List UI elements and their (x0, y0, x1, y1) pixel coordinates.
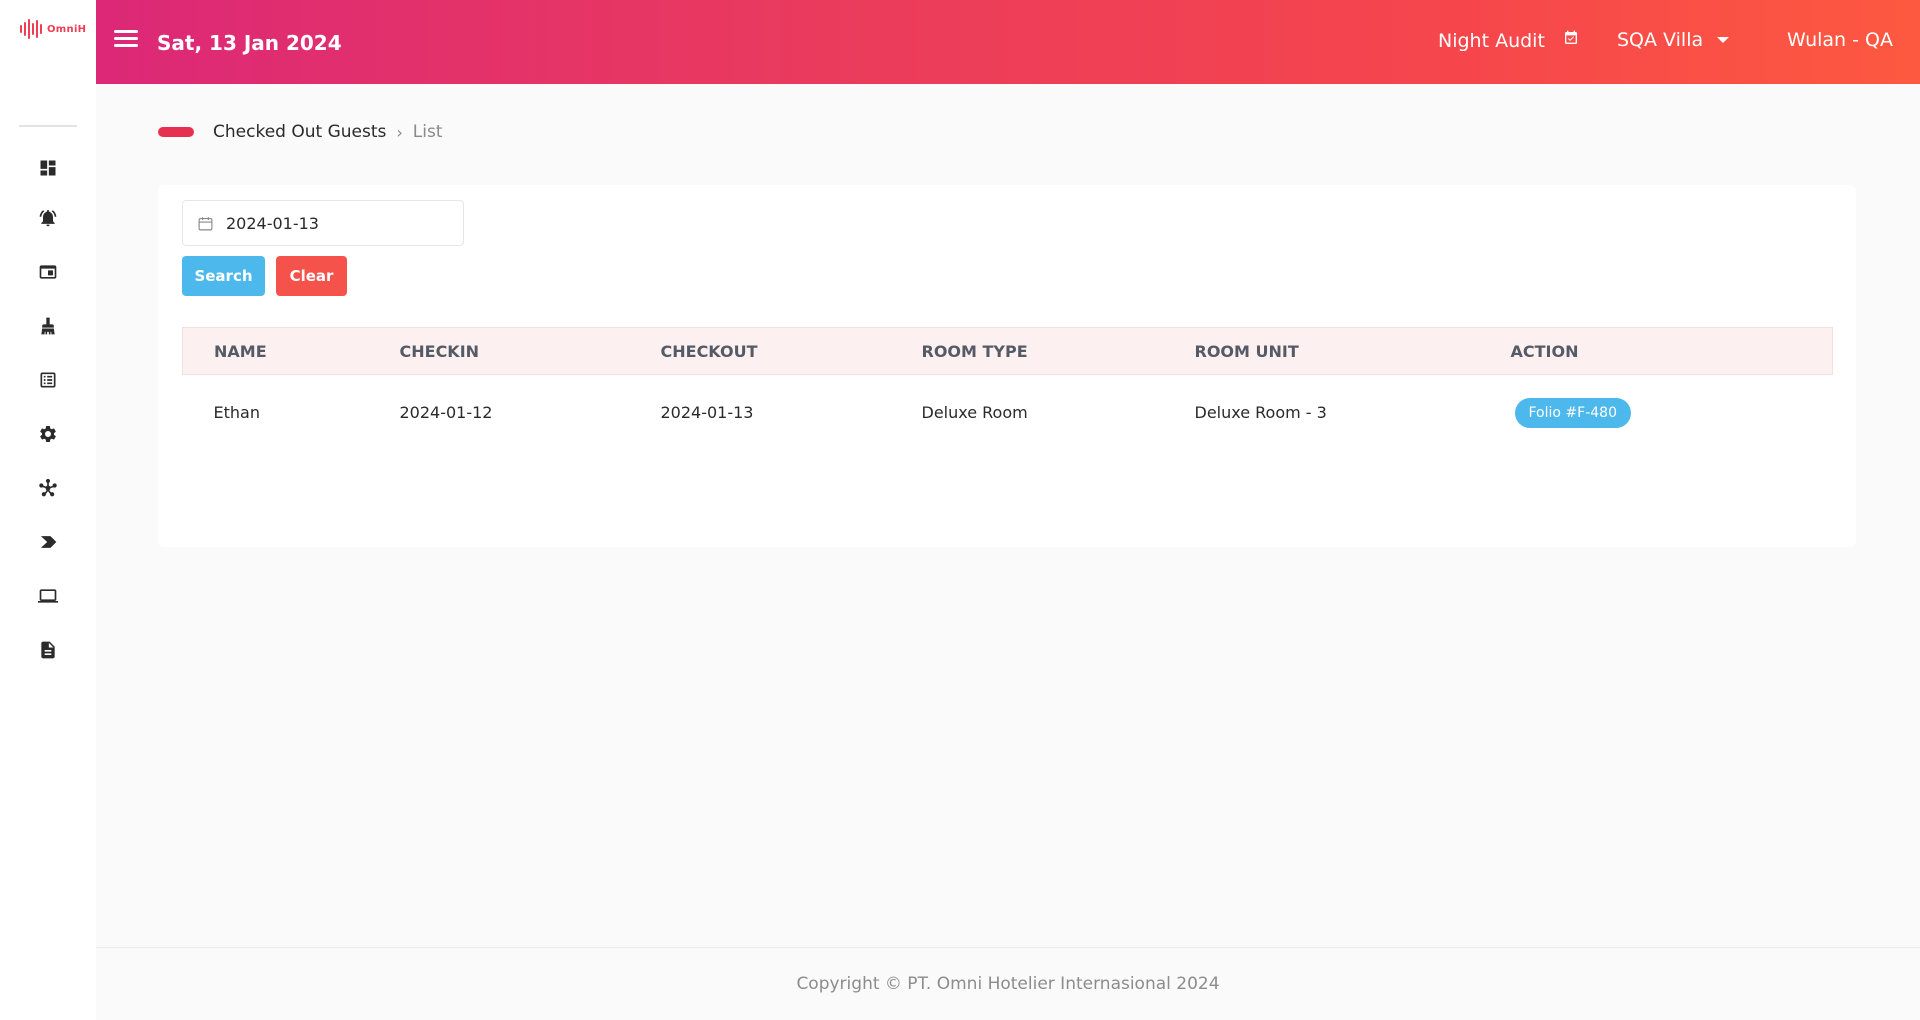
night-audit-label: Night Audit (1438, 29, 1545, 52)
cell-action: Folio #F-480 (1480, 375, 1833, 451)
column-header-checkin: CHECKIN (368, 327, 630, 375)
list-icon[interactable] (37, 369, 59, 391)
chevron-right-icon: › (396, 122, 403, 142)
cell-checkin: 2024-01-12 (399, 403, 493, 423)
night-audit-button[interactable]: Night Audit (1438, 29, 1579, 52)
sidebar: OmniH (0, 0, 96, 1020)
laptop-icon[interactable] (37, 585, 59, 607)
menu-icon[interactable] (114, 30, 138, 50)
column-header-name: NAME (182, 327, 369, 375)
network-icon[interactable] (37, 477, 59, 499)
search-button[interactable]: Search (182, 256, 265, 296)
date-input[interactable] (226, 213, 446, 233)
clear-button[interactable]: Clear (276, 256, 347, 296)
gear-icon[interactable] (37, 423, 59, 445)
column-header-room-unit: ROOM UNIT (1163, 327, 1480, 375)
copyright-text: Copyright © PT. Omni Hotelier Internasio… (796, 974, 1220, 994)
table-header-row: NAME CHECKIN CHECKOUT ROOM TYPE ROOM UNI… (182, 327, 1833, 375)
cell-name: Ethan (213, 403, 260, 423)
document-icon[interactable] (37, 639, 59, 661)
app-logo[interactable]: OmniH (20, 18, 86, 40)
breadcrumb-section[interactable]: Checked Out Guests (213, 122, 386, 142)
guests-table: NAME CHECKIN CHECKOUT ROOM TYPE ROOM UNI… (182, 327, 1833, 451)
window-icon[interactable] (37, 261, 59, 283)
broom-icon[interactable] (37, 315, 59, 337)
dashboard-icon[interactable] (37, 157, 59, 179)
cell-room-type: Deluxe Room (921, 403, 1028, 423)
column-header-room-type: ROOM TYPE (890, 327, 1164, 375)
footer: Copyright © PT. Omni Hotelier Internasio… (96, 947, 1920, 1020)
column-header-action: ACTION (1479, 327, 1833, 375)
hotel-selector[interactable]: SQA Villa (1617, 29, 1730, 51)
user-menu[interactable]: Wulan - QA (1787, 29, 1893, 51)
breadcrumb-indicator (158, 127, 194, 137)
checked-out-guests-card: Search Clear NAME CHECKIN CHECKOUT ROOM … (158, 185, 1856, 547)
label-icon[interactable] (37, 531, 59, 553)
caret-down-icon (1717, 37, 1730, 43)
date-picker[interactable] (182, 200, 464, 246)
folio-button[interactable]: Folio #F-480 (1514, 397, 1631, 428)
sidebar-divider (19, 125, 77, 127)
breadcrumb-current: List (412, 122, 443, 142)
logo-mark-icon (20, 18, 42, 40)
header-date: Sat, 13 Jan 2024 (157, 31, 342, 55)
breadcrumb: Checked Out Guests › List (158, 120, 442, 144)
hotel-name: SQA Villa (1617, 29, 1704, 51)
logo-text: OmniH (47, 23, 87, 35)
cell-room-unit: Deluxe Room - 3 (1194, 403, 1327, 423)
bell-icon[interactable] (37, 207, 59, 229)
cell-checkout: 2024-01-13 (660, 403, 754, 423)
calendar-icon (198, 216, 213, 230)
column-header-checkout: CHECKOUT (629, 327, 891, 375)
calendar-check-icon (1563, 29, 1579, 52)
table-row: Ethan 2024-01-12 2024-01-13 Deluxe Room … (183, 375, 1833, 451)
top-header: Sat, 13 Jan 2024 Night Audit SQA Villa W… (96, 0, 1920, 84)
